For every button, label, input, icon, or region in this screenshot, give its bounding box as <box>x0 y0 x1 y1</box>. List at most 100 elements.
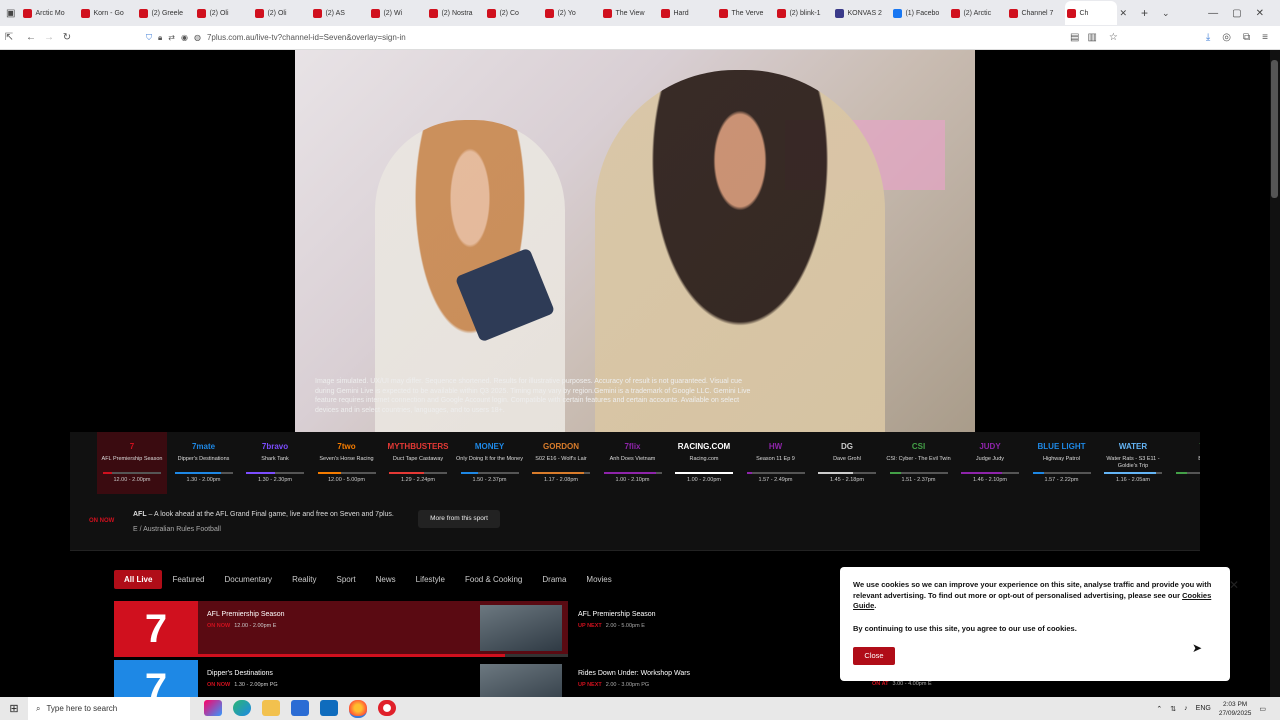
menu-icon[interactable]: ≡ <box>1262 32 1268 43</box>
store-icon[interactable] <box>291 699 309 716</box>
video-player[interactable]: Image simulated. UX/UI may differ. Seque… <box>295 50 975 432</box>
volume-icon[interactable]: ♪ <box>1184 705 1188 712</box>
category-tab[interactable]: Food & Cooking <box>455 570 532 589</box>
channel-card[interactable]: 7mate Dipper's Destinations 1.30 - 2.00pm <box>169 432 239 494</box>
browser-tab[interactable]: (2) Yo <box>543 1 599 25</box>
sidebar-icon[interactable]: ⇱ <box>0 32 18 43</box>
program-genre: Australian Rules Football <box>143 526 221 533</box>
category-tab[interactable]: Featured <box>162 570 214 589</box>
close-tab-icon[interactable]: ✕ <box>1119 8 1127 19</box>
channel-card[interactable]: 7two Seven's Horse Racing 12.00 - 5.00pm <box>312 432 382 494</box>
browser-tab[interactable]: (2) Co <box>485 1 541 25</box>
category-tab[interactable]: Documentary <box>214 570 282 589</box>
shield-icon[interactable]: ⛉ <box>146 33 152 43</box>
channel-card[interactable]: RACING.COM Racing.com 1.00 - 2.00pm <box>669 432 739 494</box>
browser-tab[interactable]: Ch <box>1065 1 1118 25</box>
channel-card[interactable]: MYTHBUSTERS Duct Tape Castaway 1.29 - 2.24… <box>383 432 453 494</box>
downloads-icon[interactable]: ⤓ <box>1206 32 1210 43</box>
category-tab[interactable]: Drama <box>532 570 576 589</box>
browser-tab[interactable]: (1) Facebo <box>891 1 947 25</box>
channel-card[interactable]: BLUE LIGHT Highway Patrol 1.57 - 2.22pm <box>1027 432 1097 494</box>
category-tab[interactable]: Reality <box>282 570 326 589</box>
maximize-icon[interactable]: ▢ <box>1232 8 1241 19</box>
cookie-close-button[interactable]: Close <box>853 647 895 665</box>
tab-favicon-icon <box>893 8 903 18</box>
guide-row[interactable]: 7 AFL Premiership Season ON NOW 12.00 - 2.0… <box>114 601 568 657</box>
channel-progress-fill <box>603 472 656 474</box>
channel-card[interactable]: CSI CSI: Cyber - The Evil Twin 1.51 - 2.37… <box>884 432 954 494</box>
start-icon[interactable]: ⊞ <box>0 702 28 715</box>
notifications-icon[interactable]: ▭ <box>1259 705 1266 713</box>
outlook-icon[interactable] <box>320 699 338 716</box>
network-icon[interactable]: ⇅ <box>1170 705 1176 713</box>
extensions-icon[interactable]: ⧉ <box>1243 32 1250 43</box>
browser-tab[interactable]: (2) Oli <box>253 1 309 25</box>
edge-icon[interactable] <box>233 699 251 716</box>
channel-card[interactable]: WATER Water Rats - S3 E11 - Goldie's Trip… <box>1098 432 1168 494</box>
channel-card[interactable]: MONEY Only Doing It for the Money 1.50 - 2… <box>455 432 525 494</box>
system-clock[interactable]: 2:03 PM 27/09/2025 <box>1219 700 1252 718</box>
channel-card[interactable]: 7flix Anh Does Vietnam 1.00 - 2.10pm <box>598 432 668 494</box>
channel-card[interactable]: DG Dave Grohl 1.45 - 2.18pm <box>812 432 882 494</box>
channel-card[interactable]: GORDON S02 E16 - Wolf's Lair 1.17 - 2.08pm <box>526 432 596 494</box>
firefox-icon[interactable] <box>349 699 367 718</box>
tab-overview-icon[interactable]: ▣ <box>6 8 15 19</box>
browser-tab[interactable]: Arctic Mo <box>21 1 77 25</box>
browser-tab[interactable]: KONVAS 2 <box>833 1 889 25</box>
site-info-icon[interactable]: ◍ <box>194 33 201 42</box>
url-text[interactable]: 7plus.com.au/live-tv?channel-id=Seven&ov… <box>207 33 406 42</box>
reload-icon[interactable]: ↻ <box>58 32 76 43</box>
browser-tab[interactable]: The Verve <box>717 1 773 25</box>
category-tab[interactable]: All Live <box>114 570 163 589</box>
browser-tab[interactable]: (2) Wi <box>369 1 425 25</box>
category-tab[interactable]: News <box>366 570 406 589</box>
browser-tab[interactable]: Korn - Go <box>79 1 135 25</box>
close-icon[interactable]: ✕ <box>1229 578 1239 592</box>
channel-card[interactable]: 7 AFL Premiership Season 12.00 - 2.00pm <box>97 432 167 494</box>
tab-label: (2) Arctic <box>963 9 992 17</box>
browser-tab[interactable]: (2) Nostra <box>427 1 483 25</box>
window-close-icon[interactable]: ✕ <box>1256 8 1264 19</box>
guide-next[interactable]: Rides Down Under: Workshop Wars UP NEXT 2.… <box>578 670 690 688</box>
address-bar[interactable]: ⛉ 🔒︎ ⇄ ◉ ◍ 7plus.com.au/live-tv?channel-… <box>146 33 406 43</box>
guide-next[interactable]: AFL Premiership Season UP NEXT 2.00 - 5.00… <box>578 611 656 629</box>
forward-icon[interactable]: → <box>40 32 58 43</box>
tab-list-icon[interactable]: ⌄ <box>1162 8 1170 19</box>
reader-view-icon[interactable]: ▤ <box>1070 32 1079 43</box>
language-indicator[interactable]: ENG <box>1196 705 1211 712</box>
browser-tab[interactable]: The View <box>601 1 657 25</box>
guide-time: 1.30 - 2.00pm <box>234 682 269 688</box>
recording-app-icon[interactable] <box>378 699 396 716</box>
browser-tab[interactable]: (2) blink-1 <box>775 1 831 25</box>
channel-show: Water Rats - S3 E11 - Goldie's Trip <box>1106 456 1160 469</box>
channel-show: CSI: Cyber - The Evil Twin <box>886 456 951 462</box>
screenshot-icon[interactable]: ▥ <box>1087 32 1096 43</box>
bookmark-star-icon[interactable]: ☆ <box>1109 32 1118 43</box>
tray-chevron-icon[interactable]: ⌃ <box>1156 705 1162 713</box>
browser-tab[interactable]: Channel 7 <box>1007 1 1063 25</box>
category-tab[interactable]: Sport <box>327 570 366 589</box>
page-scrollbar-thumb[interactable] <box>1271 60 1278 198</box>
category-tab[interactable]: Lifestyle <box>406 570 455 589</box>
browser-tab[interactable]: (2) Arctic <box>949 1 1005 25</box>
account-icon[interactable]: ◎ <box>1222 32 1231 43</box>
channel-card[interactable]: 7bravo Shark Tank 1.30 - 2.30pm <box>240 432 310 494</box>
category-tab[interactable]: Movies <box>576 570 621 589</box>
new-tab-icon[interactable]: + <box>1141 6 1148 20</box>
tab-label: (2) Wi <box>383 9 403 17</box>
browser-tab[interactable]: (2) Greele <box>137 1 193 25</box>
minimize-icon[interactable]: — <box>1208 8 1218 19</box>
taskbar-search[interactable]: ⌕ Type here to search <box>28 697 190 720</box>
channel-card[interactable]: TA Britai 1.5 <box>1170 432 1200 494</box>
autoplay-icon[interactable]: ◉ <box>181 33 188 42</box>
browser-tab[interactable]: (2) Oli <box>195 1 251 25</box>
permissions-icon[interactable]: ⇄ <box>168 33 175 42</box>
channel-card[interactable]: JUDY Judge Judy 1.46 - 2.10pm <box>955 432 1025 494</box>
browser-tab[interactable]: (2) AS <box>311 1 367 25</box>
channel-card[interactable]: HW Season 11 Ep 9 1.57 - 2.49pm <box>741 432 811 494</box>
file-explorer-icon[interactable] <box>262 699 280 716</box>
copilot-icon[interactable] <box>204 699 222 716</box>
back-icon[interactable]: ← <box>22 32 40 43</box>
browser-tab[interactable]: Hard <box>659 1 715 25</box>
more-from-sport-button[interactable]: More from this sport <box>418 510 500 528</box>
